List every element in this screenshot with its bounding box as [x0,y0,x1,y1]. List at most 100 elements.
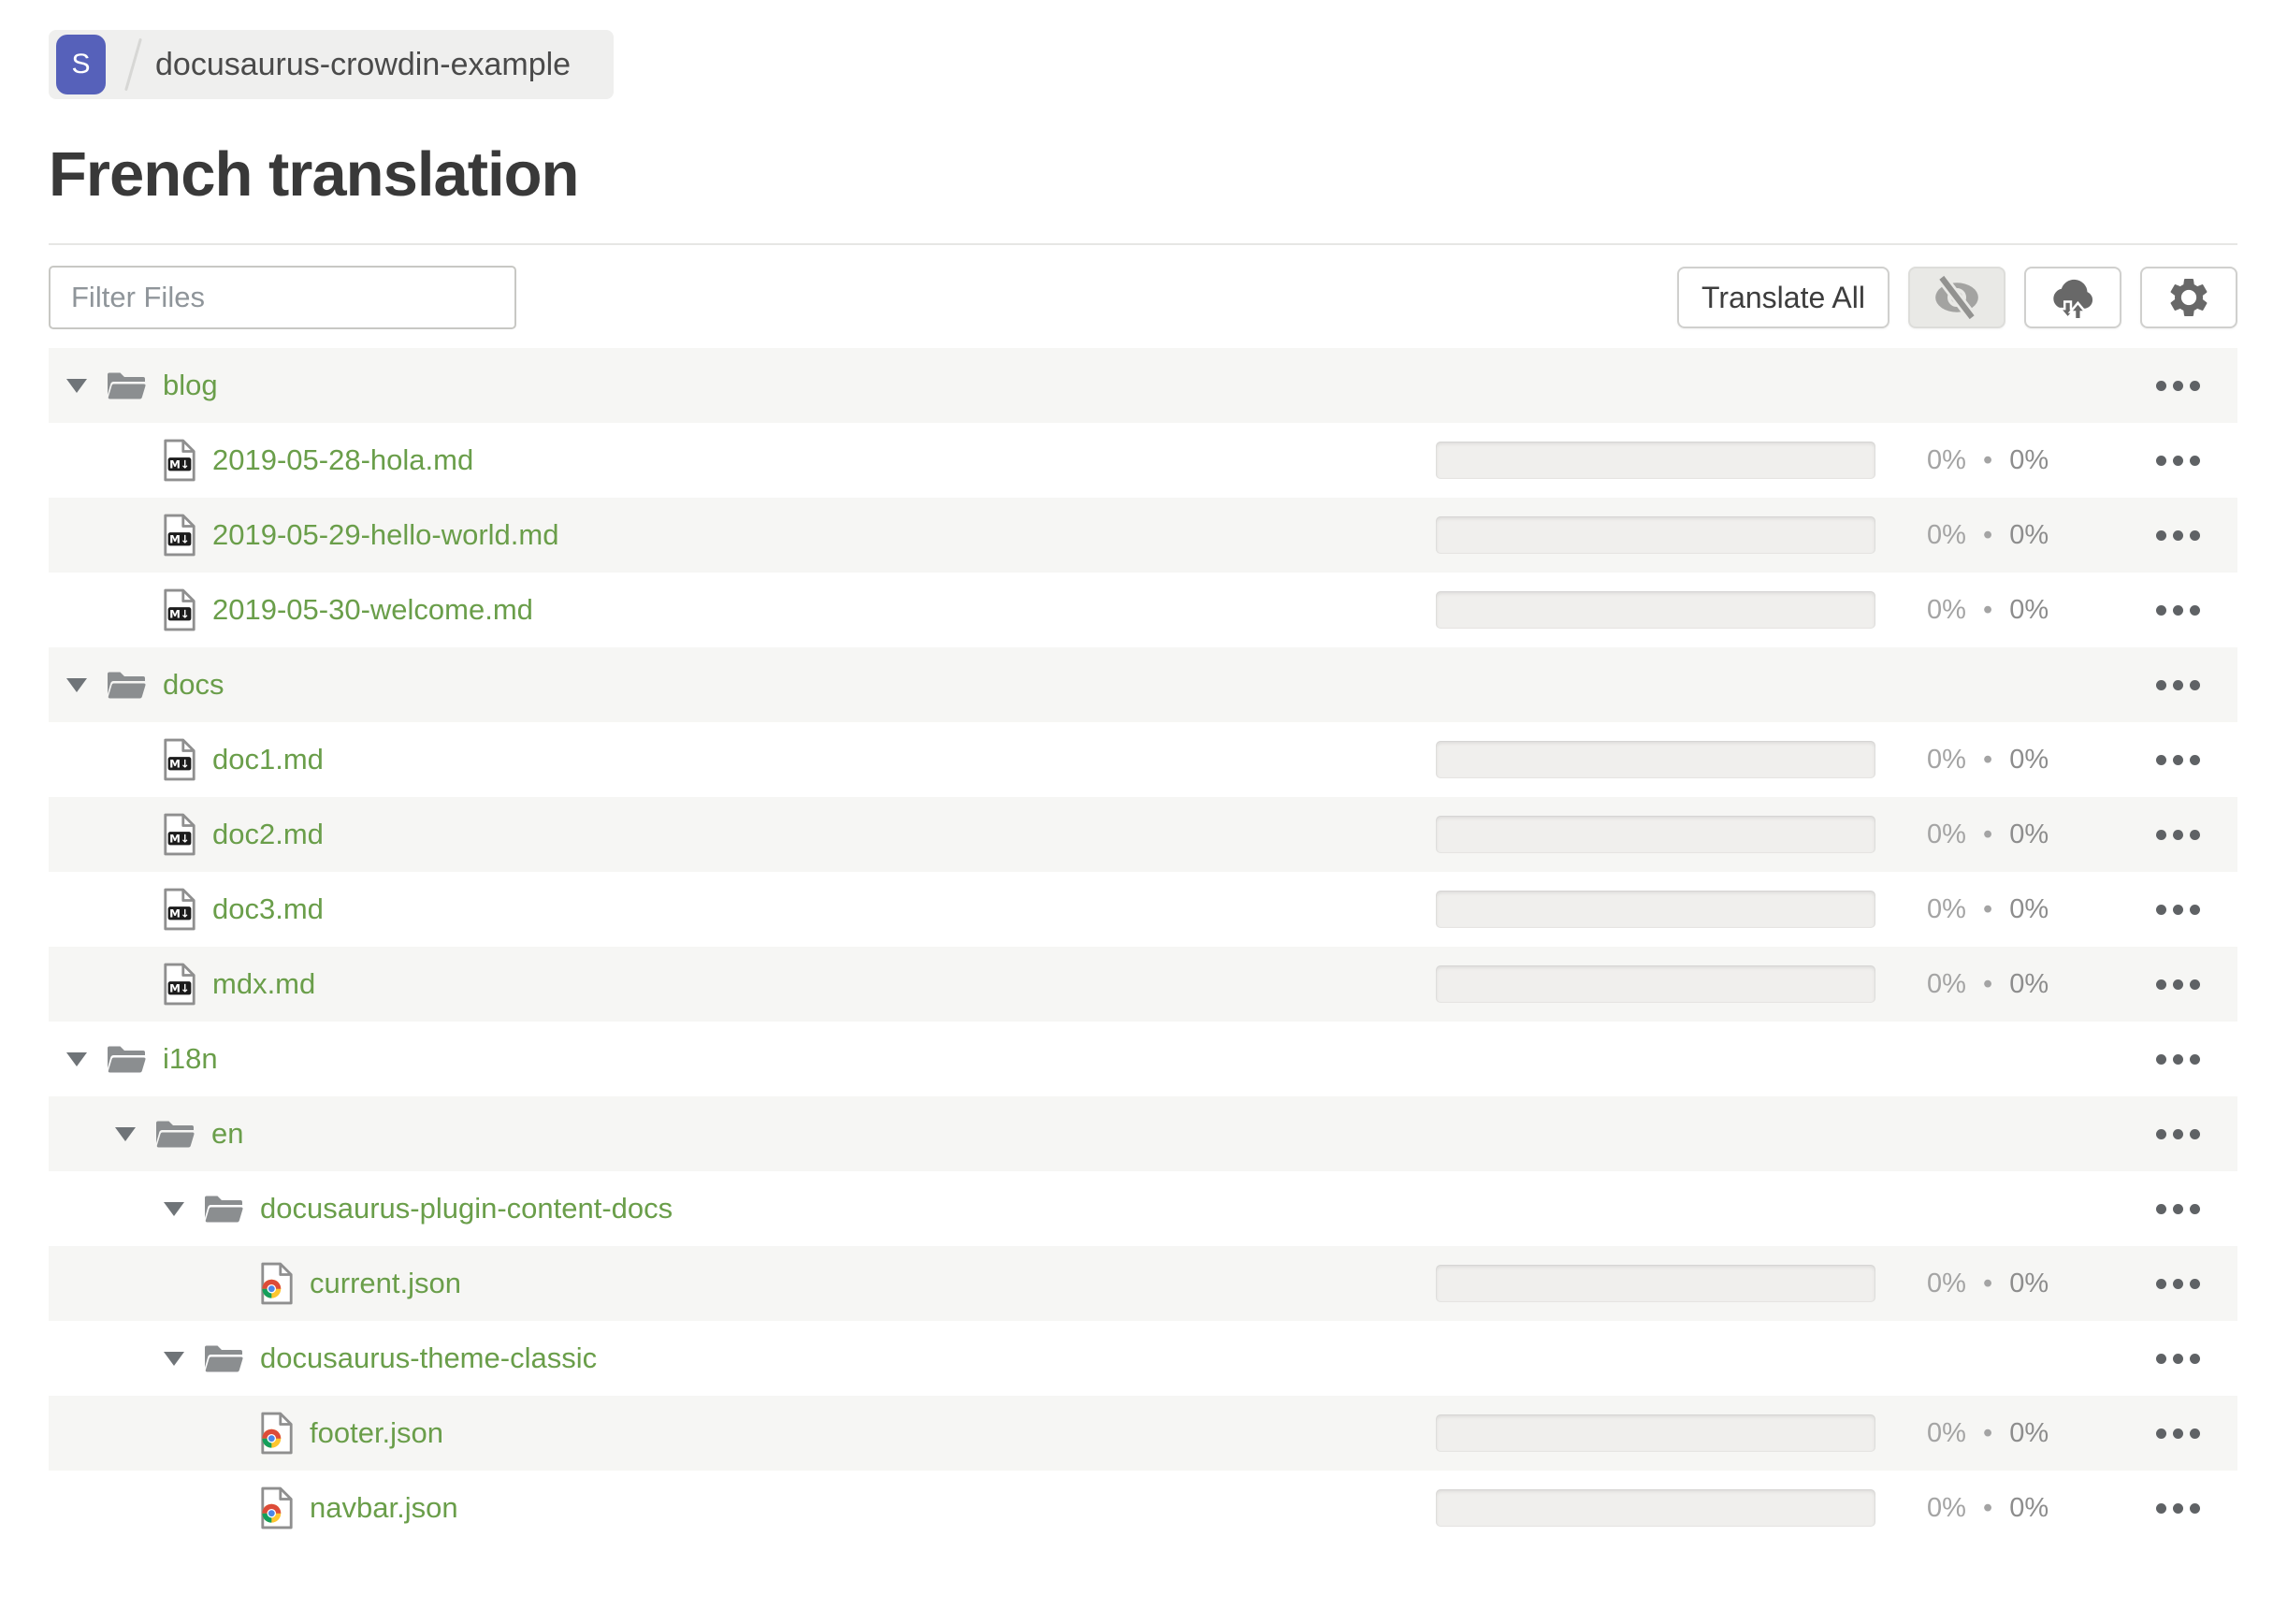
progress-percentages: 0% • 0% [1875,1418,2156,1449]
folder-name-link[interactable]: blog [163,369,218,402]
folder-name-link[interactable]: en [211,1117,243,1151]
markdown-file-icon: M↓ [162,812,197,857]
file-name-link[interactable]: 2019-05-28-hola.md [212,443,473,477]
row-right-section [1436,1040,2237,1078]
folder-icon [105,1042,148,1076]
workspace-avatar[interactable]: S [56,35,106,94]
row-menu-button[interactable] [2156,1203,2200,1214]
svg-text:M↓: M↓ [169,533,190,546]
row-menu-button[interactable] [2156,1502,2200,1514]
row-right-section: 0% • 0% [1436,1414,2237,1453]
json-file-icon [259,1261,295,1306]
row-menu-button[interactable] [2156,679,2200,690]
progress-percentages: 0% • 0% [1875,745,2156,776]
project-files-page: S docusaurus-crowdin-example French tran… [0,0,2273,1545]
row-menu-button[interactable] [2156,979,2200,990]
row-right-section [1436,1115,2237,1153]
progress-bar [1436,442,1875,480]
file-name-link[interactable]: 2019-05-30-welcome.md [212,593,533,627]
row-menu-button[interactable] [2156,1428,2200,1439]
row-menu-button[interactable] [2156,1353,2200,1364]
row-right-section: 0% • 0% [1436,816,2237,854]
row-menu-button[interactable] [2156,529,2200,541]
row-right-section: 0% • 0% [1436,741,2237,779]
translated-percent: 0% [1927,819,1966,849]
file-name-link[interactable]: navbar.json [310,1491,458,1525]
folder-name-link[interactable]: docs [163,668,224,702]
translated-percent: 0% [1927,968,1966,999]
translated-percent: 0% [1927,444,1966,475]
row-menu-button[interactable] [2156,829,2200,840]
approved-percent: 0% [2009,519,2049,550]
progress-percentages: 0% • 0% [1875,819,2156,850]
row-right-section: 0% • 0% [1436,442,2237,480]
cloud-sync-icon [2048,274,2098,321]
row-menu-button[interactable] [2156,904,2200,915]
progress-percentages: 0% • 0% [1875,969,2156,1000]
progress-percentages: 0% • 0% [1875,520,2156,551]
row-menu-button[interactable] [2156,380,2200,391]
row-menu-button[interactable] [2156,455,2200,466]
breadcrumb[interactable]: S docusaurus-crowdin-example [49,30,615,99]
row-right-section: 0% • 0% [1436,891,2237,929]
caret-down-icon[interactable] [105,1127,146,1141]
progress-bar [1436,891,1875,929]
caret-down-icon[interactable] [153,1352,195,1366]
tree-row-file: M↓ 2019-05-29-hello-world.md 0% • 0% [49,498,2237,573]
progress-bar [1436,1414,1875,1453]
folder-name-link[interactable]: docusaurus-plugin-content-docs [260,1192,673,1225]
file-name-link[interactable]: footer.json [310,1416,443,1450]
caret-down-icon[interactable] [56,1052,97,1066]
row-right-section: 0% • 0% [1436,965,2237,1004]
percent-separator: • [1975,819,2001,849]
filter-files-input[interactable] [49,266,516,330]
translate-all-button[interactable]: Translate All [1677,267,1889,329]
tree-row-folder: docs [49,647,2237,723]
file-name-link[interactable]: doc3.md [212,892,324,926]
sync-files-button[interactable] [2024,267,2121,329]
folder-name-link[interactable]: i18n [163,1042,218,1076]
file-name-link[interactable]: mdx.md [212,967,315,1001]
progress-percentages: 0% • 0% [1875,595,2156,626]
json-file-icon [259,1411,295,1456]
row-menu-button[interactable] [2156,1053,2200,1065]
tree-row-file: M↓ mdx.md 0% • 0% [49,947,2237,1022]
file-name-link[interactable]: doc2.md [212,818,324,851]
approved-percent: 0% [2009,1492,2049,1523]
tree-row-folder: i18n [49,1022,2237,1096]
file-name-link[interactable]: 2019-05-29-hello-world.md [212,518,558,552]
translated-percent: 0% [1927,1417,1966,1448]
progress-bar [1436,965,1875,1004]
breadcrumb-project-name[interactable]: docusaurus-crowdin-example [155,47,571,83]
hidden-files-toggle-button[interactable] [1908,267,2005,329]
progress-percentages: 0% • 0% [1875,894,2156,925]
row-menu-button[interactable] [2156,604,2200,616]
markdown-file-icon: M↓ [162,587,197,632]
row-menu-button[interactable] [2156,754,2200,765]
svg-text:M↓: M↓ [169,833,190,846]
settings-button[interactable] [2140,267,2237,329]
translated-percent: 0% [1927,744,1966,775]
folder-icon [153,1117,196,1151]
folder-name-link[interactable]: docusaurus-theme-classic [260,1341,597,1375]
folder-icon [202,1341,245,1375]
file-name-link[interactable]: doc1.md [212,743,324,776]
row-menu-button[interactable] [2156,1128,2200,1139]
progress-percentages: 0% • 0% [1875,1269,2156,1299]
approved-percent: 0% [2009,1417,2049,1448]
markdown-file-icon: M↓ [162,737,197,782]
json-file-icon [259,1486,295,1530]
caret-down-icon[interactable] [56,379,97,393]
caret-down-icon[interactable] [56,678,97,692]
percent-separator: • [1975,444,2001,475]
row-menu-button[interactable] [2156,1278,2200,1289]
translated-percent: 0% [1927,1492,1966,1523]
translated-percent: 0% [1927,1268,1966,1298]
approved-percent: 0% [2009,893,2049,924]
svg-text:M↓: M↓ [169,608,190,621]
caret-down-icon[interactable] [153,1202,195,1216]
row-right-section [1436,666,2237,703]
markdown-file-icon: M↓ [162,887,197,932]
file-name-link[interactable]: current.json [310,1267,461,1300]
progress-bar [1436,1489,1875,1528]
